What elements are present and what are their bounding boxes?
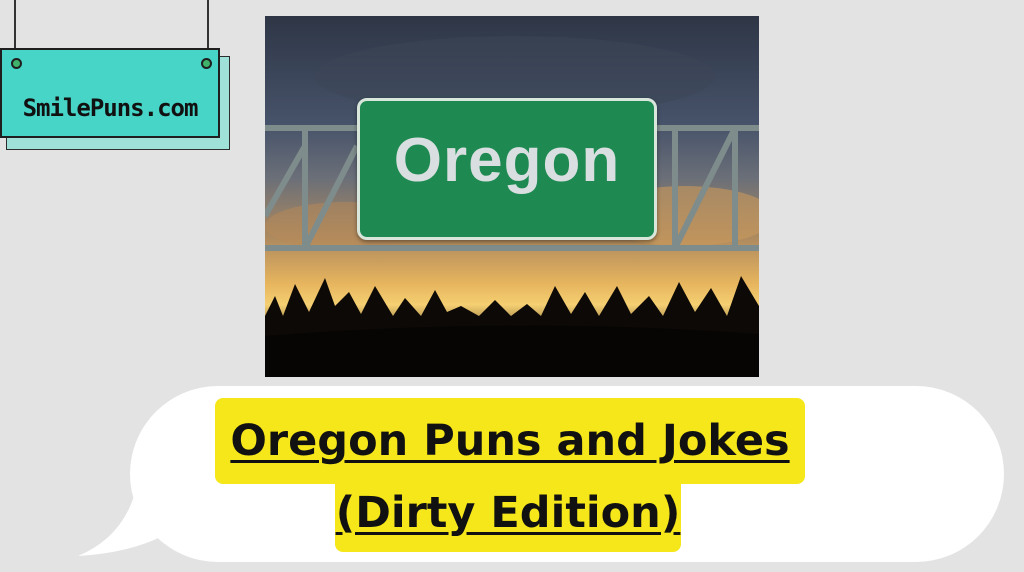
- headline-highlight-line1: Oregon Puns and Jokes: [215, 398, 805, 484]
- site-logo-sign: SmilePuns.com: [0, 48, 220, 138]
- pin-icon: [11, 58, 22, 69]
- headline-line2: (Dirty Edition): [335, 488, 681, 538]
- pin-icon: [201, 58, 212, 69]
- headline-line1: Oregon Puns and Jokes: [230, 416, 790, 466]
- oregon-road-sign: Oregon: [357, 98, 657, 240]
- oregon-highway-photo: Oregon: [265, 16, 759, 377]
- site-logo-text: SmilePuns.com: [22, 94, 199, 122]
- road-sign-text: Oregon: [393, 126, 621, 195]
- headline-highlight-line2: (Dirty Edition): [335, 476, 681, 552]
